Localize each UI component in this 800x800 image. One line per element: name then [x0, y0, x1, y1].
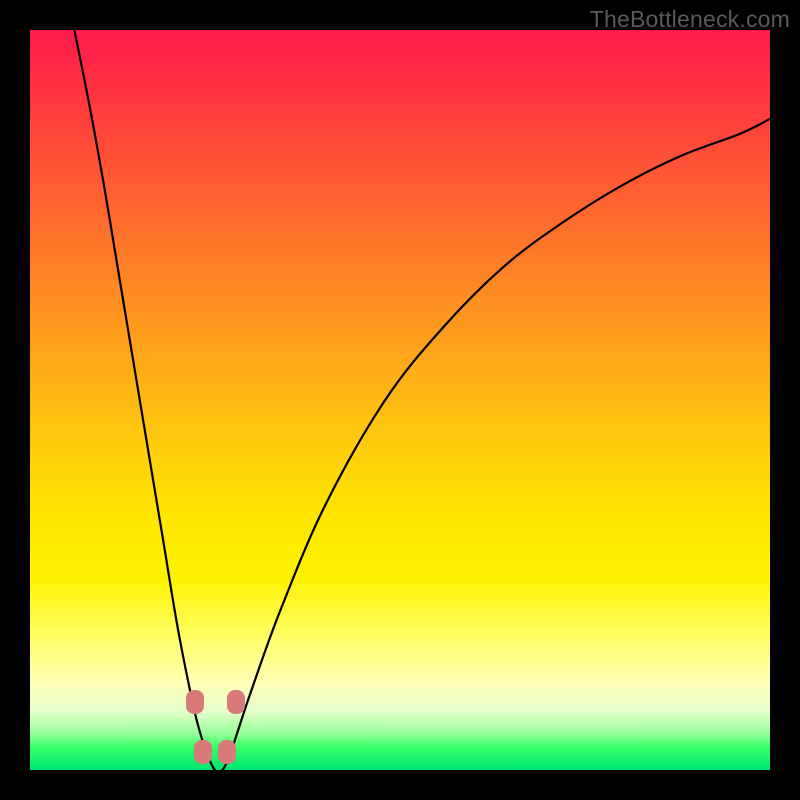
curve-marker [227, 690, 245, 714]
watermark-text: TheBottleneck.com [590, 6, 790, 33]
curve-svg [30, 30, 770, 770]
bottleneck-curve [74, 30, 770, 770]
curve-marker [194, 740, 212, 764]
curve-marker [186, 690, 204, 714]
chart-container: TheBottleneck.com [0, 0, 800, 800]
curve-marker [218, 740, 236, 764]
plot-area [30, 30, 770, 770]
